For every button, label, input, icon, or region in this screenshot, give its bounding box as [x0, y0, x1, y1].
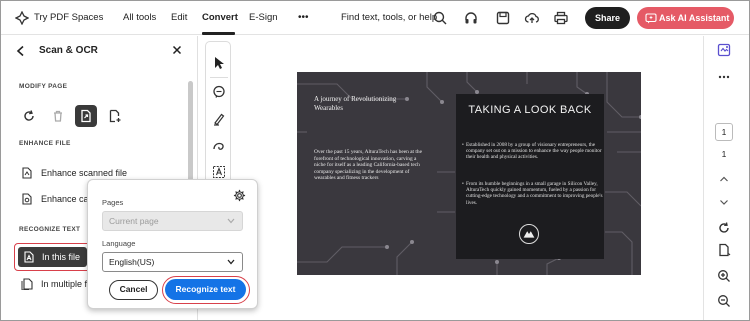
gear-icon[interactable]	[233, 189, 246, 202]
quick-tools-bar	[205, 41, 231, 186]
insert-page-icon	[109, 109, 121, 123]
text-box-icon[interactable]	[212, 165, 226, 179]
pages-label: Pages	[102, 198, 124, 207]
share-button[interactable]: Share	[585, 7, 630, 29]
chevron-down-icon[interactable]	[717, 195, 731, 209]
chevron-down-icon	[227, 218, 235, 224]
menu-edit[interactable]: Edit	[171, 1, 187, 35]
back-arrow-icon[interactable]	[15, 45, 27, 57]
document-page[interactable]: A journey of Revolutionizing Wearables O…	[297, 72, 641, 275]
try-pdf-spaces-link[interactable]: Try PDF Spaces	[34, 1, 103, 35]
highlight-pen-icon[interactable]	[212, 112, 226, 126]
comment-icon[interactable]	[212, 85, 226, 99]
recognize-text-highlight: Recognize text	[162, 276, 250, 304]
in-this-file-label: In this file	[42, 252, 81, 262]
company-logo-icon	[519, 224, 539, 244]
print-icon[interactable]	[553, 10, 569, 26]
rotate-icon	[24, 110, 34, 121]
select-cursor-icon[interactable]	[212, 56, 226, 70]
close-icon[interactable]	[172, 45, 182, 55]
doc-bullet-2: • From its humble beginnings in a small g…	[462, 181, 603, 206]
in-multiple-files-label: In multiple f	[41, 279, 88, 289]
enhance-file-label: ENHANCE FILE	[19, 140, 71, 147]
doc-dark-panel: TAKING A LOOK BACK • Established in 2008 …	[456, 94, 604, 259]
menu-all-tools[interactable]: All tools	[123, 1, 156, 35]
headphones-icon[interactable]	[463, 10, 479, 26]
page-fit-icon[interactable]	[717, 243, 731, 257]
cloud-upload-icon[interactable]	[524, 10, 540, 26]
language-select-value: English(US)	[109, 257, 155, 267]
extract-page-icon	[81, 109, 91, 123]
enhance-icon	[22, 167, 32, 179]
cancel-button[interactable]: Cancel	[109, 280, 158, 300]
active-tab-indicator	[202, 32, 235, 35]
refresh-icon[interactable]	[717, 221, 731, 235]
top-bar: Try PDF Spaces All tools Edit Convert E-…	[1, 1, 749, 35]
more-menu-button[interactable]: •••	[298, 1, 309, 35]
more-options-icon[interactable]	[717, 70, 731, 84]
trash-icon	[54, 110, 62, 122]
zoom-out-icon[interactable]	[717, 294, 731, 308]
chevron-up-icon[interactable]	[717, 172, 731, 186]
panel-title: Scan & OCR	[39, 45, 98, 56]
modify-page-label: MODIFY PAGE	[19, 83, 68, 90]
pages-select: Current page	[102, 211, 243, 231]
tool-separator	[210, 77, 228, 78]
recognize-text-button[interactable]: Recognize text	[165, 279, 246, 300]
ask-ai-assistant-button[interactable]: Ask AI Assistant	[637, 7, 734, 29]
right-rail: 1 1	[703, 36, 749, 320]
doc-bullet-1: • Established in 2008 by a group of visio…	[462, 142, 602, 161]
save-icon[interactable]	[495, 10, 511, 26]
pdf-spaces-icon	[15, 11, 29, 25]
app-window: Try PDF Spaces All tools Edit Convert E-…	[0, 0, 750, 321]
pages-select-value: Current page	[109, 216, 159, 226]
doc-title: TAKING A LOOK BACK	[468, 104, 592, 116]
chevron-down-icon	[227, 259, 235, 265]
ai-assistant-icon	[645, 13, 657, 24]
search-icon[interactable]	[432, 10, 448, 26]
page-thumbnails-icon[interactable]	[717, 43, 731, 57]
language-select[interactable]: English(US)	[102, 252, 243, 272]
doc-body-text: Over the past 15 years, AlturaTech has b…	[314, 149, 422, 182]
in-this-file-item[interactable]: In this file	[18, 247, 87, 267]
in-this-file-highlight: In this file	[14, 243, 91, 271]
language-label: Language	[102, 239, 136, 248]
delete-page-button[interactable]	[47, 105, 69, 127]
draw-freeform-icon[interactable]	[212, 139, 226, 153]
zoom-in-icon[interactable]	[717, 269, 731, 283]
extract-page-button[interactable]	[75, 105, 97, 127]
page-number-input[interactable]: 1	[715, 123, 733, 141]
insert-page-button[interactable]	[104, 105, 126, 127]
menu-e-sign[interactable]: E-Sign	[249, 1, 278, 35]
camera-enhance-icon	[22, 193, 32, 205]
recognize-text-label: RECOGNIZE TEXT	[19, 226, 81, 233]
search-input[interactable]: Find text, tools, or help	[341, 1, 437, 35]
ask-ai-assistant-label: Ask AI Assistant	[659, 13, 730, 23]
page-total: 1	[721, 149, 727, 159]
ocr-multiple-files-icon	[21, 278, 33, 290]
rotate-page-button[interactable]	[18, 105, 40, 127]
recognize-text-popup: Pages Current page Language English(US) …	[87, 179, 258, 309]
doc-heading: A journey of Revolutionizing Wearables	[314, 95, 397, 112]
menu-convert[interactable]: Convert	[202, 1, 238, 35]
ocr-file-icon	[24, 251, 34, 263]
